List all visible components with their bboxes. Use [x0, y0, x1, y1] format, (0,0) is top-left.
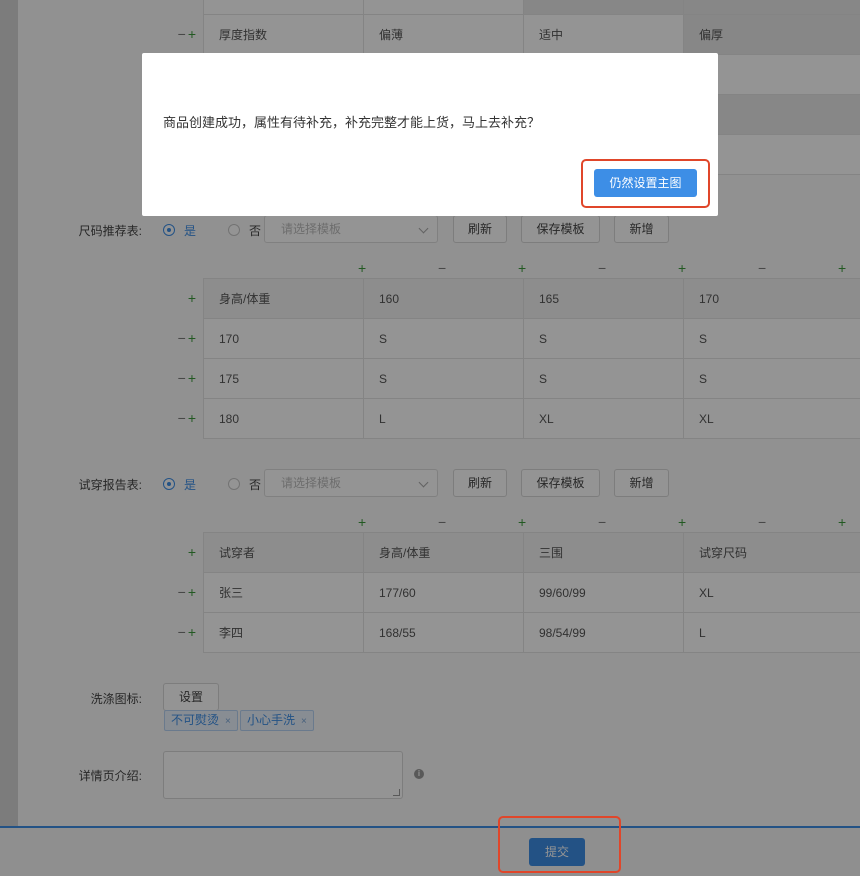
dialog-message: 商品创建成功，属性有待补充，补充完整才能上货，马上去补充？ [163, 115, 541, 130]
set-main-image-button[interactable]: 仍然设置主图 [594, 169, 697, 197]
confirm-dialog: 商品创建成功，属性有待补充，补充完整才能上货，马上去补充？ 仍然设置主图 [142, 53, 718, 216]
